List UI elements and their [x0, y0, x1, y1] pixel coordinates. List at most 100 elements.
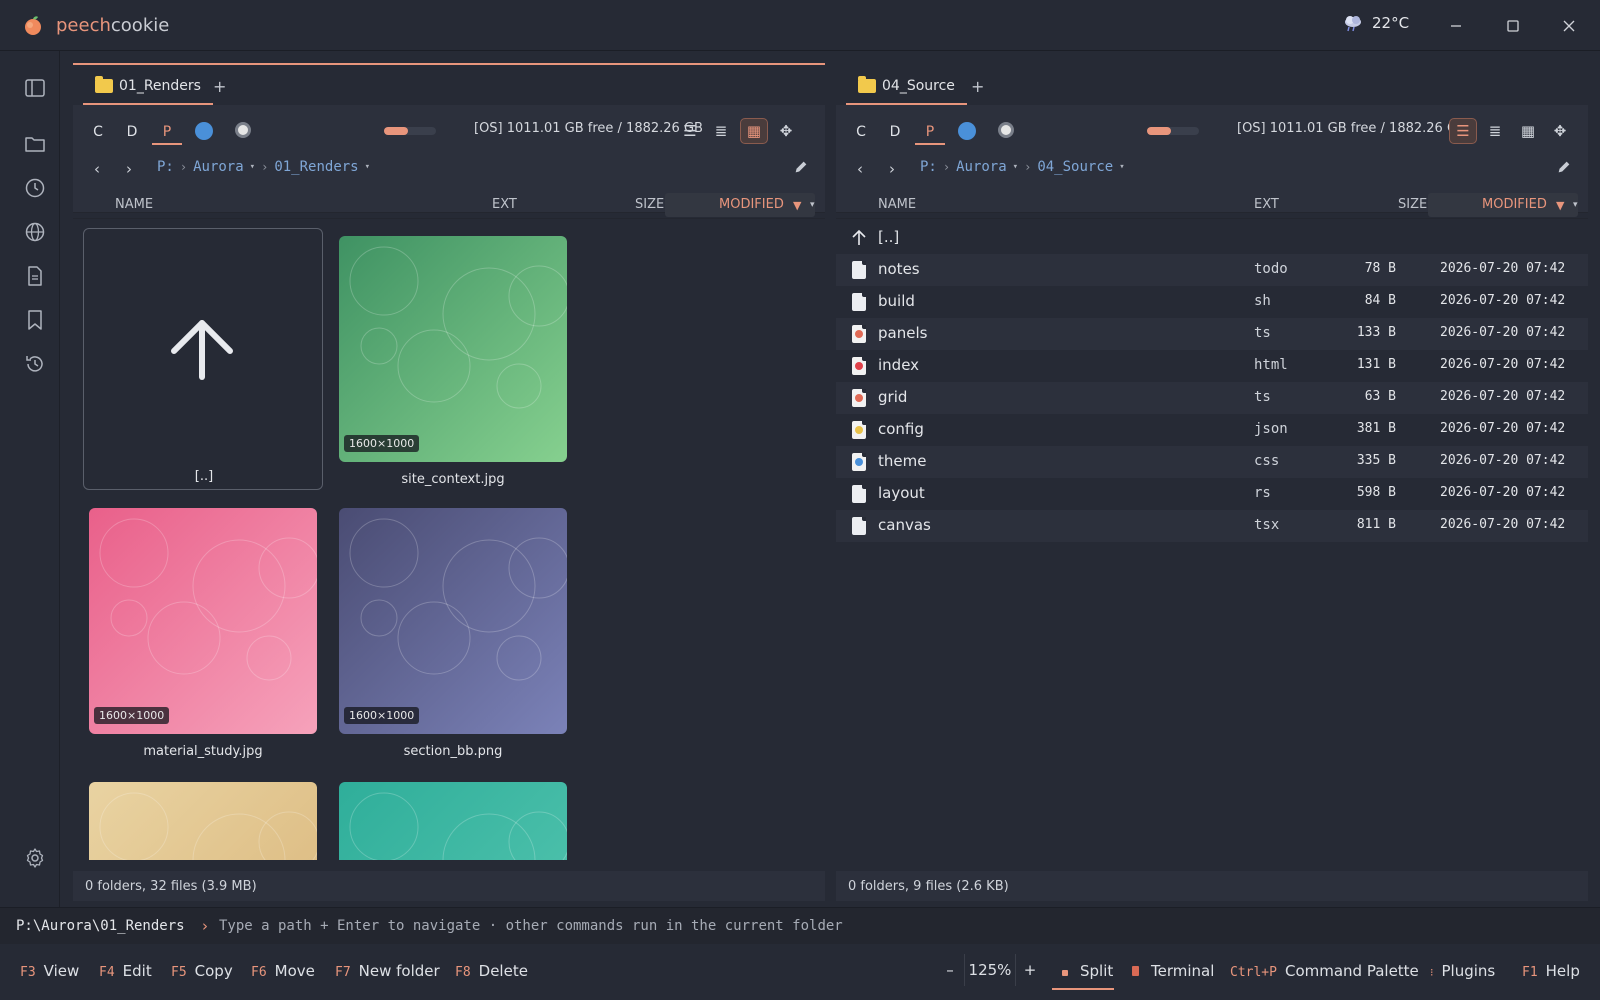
col-ext[interactable]: EXT	[492, 197, 517, 212]
plugins-button[interactable]: ⁝ Plugins	[1430, 962, 1495, 980]
column-menu-icon[interactable]: ▾	[810, 200, 815, 210]
row-name: layout	[878, 484, 925, 502]
new-tab-button[interactable]: +	[971, 77, 984, 96]
drive-d-button[interactable]: D	[117, 119, 147, 145]
history-icon[interactable]	[24, 353, 50, 379]
file-row-canvas[interactable]: canvas tsx 811 B 2026-07-20 07:42	[836, 510, 1588, 542]
crumb-current[interactable]: 04_Source	[1037, 159, 1113, 175]
grid-view-button[interactable]: ▦	[1514, 118, 1542, 144]
copy-button[interactable]: F5 Copy	[171, 962, 233, 980]
row-name: grid	[878, 388, 908, 406]
forward-button[interactable]: ›	[119, 157, 139, 181]
network-globe-icon[interactable]	[24, 221, 50, 247]
sort-desc-icon[interactable]: ▼	[793, 199, 801, 212]
edit-path-button[interactable]	[793, 159, 811, 177]
edit-path-button[interactable]	[1556, 159, 1574, 177]
back-button[interactable]: ‹	[850, 157, 870, 181]
drive-p-button[interactable]: P	[915, 119, 945, 145]
forward-button[interactable]: ›	[882, 157, 902, 181]
maximize-button[interactable]	[1500, 13, 1526, 39]
crumb-dropdown-icon[interactable]: ▾	[250, 162, 255, 172]
expand-view-button[interactable]: ✥	[1546, 118, 1574, 144]
file-row-build[interactable]: build sh 84 B 2026-07-20 07:42	[836, 286, 1588, 318]
col-name[interactable]: NAME	[878, 197, 916, 212]
file-row-config[interactable]: config json 381 B 2026-07-20 07:42	[836, 414, 1588, 446]
file-row-layout[interactable]: layout rs 598 B 2026-07-20 07:42	[836, 478, 1588, 510]
terminal-button[interactable]: Terminal	[1132, 962, 1214, 980]
split-button[interactable]: Split	[1062, 962, 1113, 980]
weather-widget[interactable]: 22°C	[1342, 14, 1409, 32]
right-tab-04-source[interactable]: 04_Source	[846, 69, 967, 105]
row-name: theme	[878, 452, 927, 470]
help-button[interactable]: F1 Help	[1522, 962, 1580, 980]
col-name[interactable]: NAME	[115, 197, 153, 212]
command-input[interactable]: Type a path + Enter to navigate · other …	[219, 918, 843, 934]
toggle-sidebar-icon[interactable]	[24, 77, 50, 103]
command-line[interactable]: P:\Aurora\01_Renders › Type a path + Ent…	[0, 907, 1600, 944]
play-file-icon	[852, 325, 866, 343]
detail-view-button[interactable]: ≣	[1481, 118, 1509, 144]
drive-c-button[interactable]: C	[83, 119, 113, 145]
bookmark-icon[interactable]	[24, 309, 50, 335]
column-menu-icon[interactable]: ▾	[1573, 200, 1578, 210]
crumb-dropdown-icon[interactable]: ▾	[1119, 162, 1124, 172]
app-name-rest: cookie	[110, 14, 170, 36]
minimize-button[interactable]	[1443, 13, 1469, 39]
drive-p-button[interactable]: P	[152, 119, 182, 145]
list-view-button[interactable]: ☰	[676, 118, 704, 144]
detail-view-button[interactable]: ≣	[707, 118, 735, 144]
crumb-root[interactable]: P:	[920, 159, 937, 175]
expand-view-button[interactable]: ✥	[772, 118, 800, 144]
recent-clock-icon[interactable]	[24, 177, 50, 203]
drive-c-button[interactable]: C	[846, 119, 876, 145]
col-modified[interactable]: MODIFIED	[719, 197, 784, 212]
list-view-button[interactable]: ☰	[1449, 118, 1477, 144]
new-tab-button[interactable]: +	[213, 77, 226, 96]
file-row-index[interactable]: index html 131 B 2026-07-20 07:42	[836, 350, 1588, 382]
crumb-dropdown-icon[interactable]: ▾	[1013, 162, 1018, 172]
row-size: 133 B	[1356, 325, 1396, 340]
zoom-in-button[interactable]: +	[1016, 961, 1044, 979]
close-button[interactable]	[1556, 13, 1582, 39]
document-icon[interactable]	[24, 265, 50, 291]
back-button[interactable]: ‹	[87, 157, 107, 181]
col-size[interactable]: SIZE	[635, 197, 664, 212]
crumb-aurora[interactable]: Aurora	[956, 159, 1007, 175]
recent-clock-icon[interactable]	[998, 122, 1014, 138]
delete-button[interactable]: F8 Delete	[455, 962, 528, 980]
network-globe-icon[interactable]	[958, 122, 976, 140]
col-modified[interactable]: MODIFIED	[1482, 197, 1547, 212]
new-folder-button[interactable]: F7 New folder	[335, 962, 440, 980]
edit-button[interactable]: F4 Edit	[99, 962, 152, 980]
crumb-aurora[interactable]: Aurora	[193, 159, 244, 175]
grid-view-button[interactable]: ▦	[740, 118, 768, 144]
zoom-out-button[interactable]: –	[936, 961, 964, 979]
file-row-grid[interactable]: grid ts 63 B 2026-07-20 07:42	[836, 382, 1588, 414]
row-ext: rs	[1254, 485, 1271, 501]
folder-icon[interactable]	[24, 133, 50, 159]
command-palette-button[interactable]: Ctrl+P Command Palette	[1230, 962, 1419, 980]
recent-clock-icon[interactable]	[235, 122, 251, 138]
col-ext[interactable]: EXT	[1254, 197, 1279, 212]
col-size[interactable]: SIZE	[1398, 197, 1427, 212]
sort-desc-icon[interactable]: ▼	[1556, 199, 1564, 212]
network-globe-icon[interactable]	[195, 122, 213, 140]
key-label: Command Palette	[1284, 962, 1419, 980]
file-row-notes[interactable]: notes todo 78 B 2026-07-20 07:42	[836, 254, 1588, 286]
file-row-panels[interactable]: panels ts 133 B 2026-07-20 07:42	[836, 318, 1588, 350]
move-button[interactable]: F6 Move	[251, 962, 315, 980]
crumb-dropdown-icon[interactable]: ▾	[365, 162, 370, 172]
drive-d-button[interactable]: D	[880, 119, 910, 145]
parent-folder-tile[interactable]: [..]	[83, 228, 323, 490]
thumbnail-art	[89, 782, 317, 860]
crumb-root[interactable]: P:	[157, 159, 174, 175]
settings-gear-icon[interactable]	[24, 847, 50, 873]
crumb-current[interactable]: 01_Renders	[274, 159, 358, 175]
row-name: config	[878, 420, 924, 438]
move-arrows-icon: ✥	[779, 122, 793, 140]
view-button[interactable]: F3 View	[20, 962, 79, 980]
left-tab-01-renders[interactable]: 01_Renders	[83, 69, 213, 105]
thumbnail-art	[339, 782, 567, 860]
parent-folder-row[interactable]: [..]	[836, 222, 1588, 254]
file-row-theme[interactable]: theme css 335 B 2026-07-20 07:42	[836, 446, 1588, 478]
